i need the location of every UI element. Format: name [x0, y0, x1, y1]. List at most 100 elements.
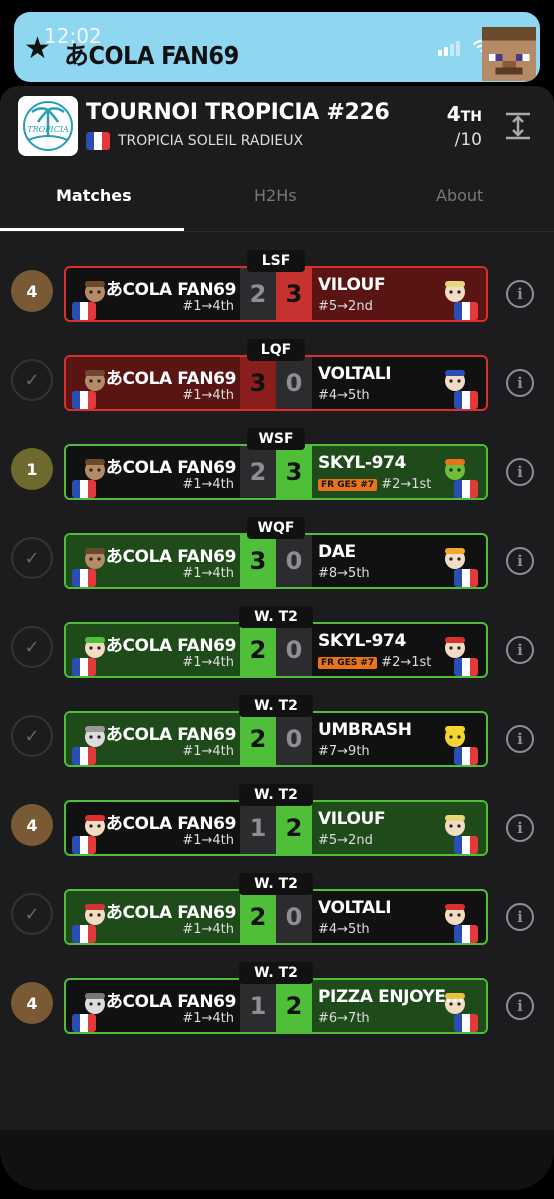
player1-slot: あCOLA FAN69 #1→4th: [66, 268, 240, 320]
player2-name: DAE: [318, 542, 356, 562]
player2-slot: VILOUF #5→2nd: [312, 268, 486, 320]
match-row[interactable]: 4 あCOLA FAN69 #1→4th 1 2 VILOUF #5→2nd W. T2 i: [0, 784, 554, 858]
signal-icon: [438, 40, 462, 56]
round-label: W. T2: [239, 784, 313, 806]
completed-check-icon: ✓: [11, 893, 53, 935]
match-card[interactable]: あCOLA FAN69 #1→4th 3 0 DAE #8→5th: [64, 533, 488, 589]
match-row[interactable]: ✓ あCOLA FAN69 #1→4th 2 0 SKYL-974 FR GES #7 #2→…: [0, 606, 554, 680]
player2-name: VOLTALI: [318, 364, 392, 384]
expand-icon[interactable]: [500, 108, 536, 144]
player2-score: 2: [276, 802, 312, 854]
tab-about[interactable]: About: [436, 186, 483, 205]
match-card[interactable]: あCOLA FAN69 #1→4th 3 0 VOLTALI #4→5th: [64, 355, 488, 411]
placement-badge: 4: [11, 982, 53, 1024]
placement: 4TH /10: [447, 102, 482, 150]
info-icon[interactable]: i: [506, 369, 534, 397]
match-row[interactable]: 4 あCOLA FAN69 #1→4th 1 2 PIZZA ENJOYE... #6→7t…: [0, 962, 554, 1036]
player1-seed: #1→4th: [182, 566, 234, 581]
player2-slot: VOLTALI #4→5th: [312, 357, 486, 409]
match-card[interactable]: あCOLA FAN69 #1→4th 2 3 VILOUF #5→2nd: [64, 266, 488, 322]
player2-name: SKYL-974: [318, 453, 406, 473]
player1-name: あCOLA FAN69: [105, 814, 237, 834]
player2-score: 0: [276, 624, 312, 676]
player2-slot: VILOUF #5→2nd: [312, 802, 486, 854]
player2-slot: PIZZA ENJOYE... #6→7th: [312, 980, 486, 1032]
match-card[interactable]: あCOLA FAN69 #1→4th 2 3 SKYL-974 FR GES #7 #2→1…: [64, 444, 488, 500]
match-card[interactable]: あCOLA FAN69 #1→4th 1 2 PIZZA ENJOYE... #6→7th: [64, 978, 488, 1034]
player1-seed: #1→4th: [182, 299, 234, 314]
player2-name: VILOUF: [318, 809, 386, 829]
player2-score: 3: [276, 446, 312, 498]
match-card[interactable]: あCOLA FAN69 #1→4th 2 0 SKYL-974 FR GES #7 #2→1…: [64, 622, 488, 678]
star-icon: ★: [24, 31, 51, 66]
match-row[interactable]: 4 あCOLA FAN69 #1→4th 2 3 VILOUF #5→2nd LSF i: [0, 250, 554, 324]
player2-seed: #8→5th: [318, 566, 370, 581]
france-flag-icon: [454, 1014, 478, 1032]
player2-name: VOLTALI: [318, 898, 392, 918]
player2-seed-text: #2→1st: [381, 655, 432, 670]
player-banner[interactable]: 12:02 ★ あCOLA FAN69 ›: [14, 12, 540, 82]
tournament-title: TOURNOI TROPICIA #226: [86, 100, 390, 125]
player2-seed-text: #5→2nd: [318, 299, 373, 314]
match-row[interactable]: ✓ あCOLA FAN69 #1→4th 2 0 VOLTALI #4→5th W. T2 i: [0, 873, 554, 947]
player1-seed: #1→4th: [182, 744, 234, 759]
chevron-right-icon: ›: [228, 34, 240, 67]
round-label: W. T2: [239, 962, 313, 984]
match-card[interactable]: あCOLA FAN69 #1→4th 2 0 UMBRASH #7→9th: [64, 711, 488, 767]
player2-slot: SKYL-974 FR GES #7 #2→1st: [312, 446, 486, 498]
match-card[interactable]: あCOLA FAN69 #1→4th 2 0 VOLTALI #4→5th: [64, 889, 488, 945]
round-label: W. T2: [239, 606, 313, 628]
tournament-logo: TROPICIA: [18, 96, 78, 156]
france-flag-icon: [454, 925, 478, 943]
info-icon[interactable]: i: [506, 992, 534, 1020]
tab-h2hs[interactable]: H2Hs: [254, 186, 297, 205]
france-flag-icon: [72, 1014, 96, 1032]
match-row[interactable]: ✓ あCOLA FAN69 #1→4th 3 0 VOLTALI #4→5th LQF i: [0, 339, 554, 413]
player2-seed: FR GES #7 #2→1st: [318, 655, 431, 670]
player1-slot: あCOLA FAN69 #1→4th: [66, 624, 240, 676]
match-row[interactable]: ✓ あCOLA FAN69 #1→4th 3 0 DAE #8→5th WQF i: [0, 517, 554, 591]
player2-seed-text: #8→5th: [318, 566, 370, 581]
player1-seed: #1→4th: [182, 388, 234, 403]
france-flag-icon: [72, 480, 96, 498]
player2-seed-text: #6→7th: [318, 1011, 370, 1026]
round-label: W. T2: [239, 873, 313, 895]
player1-slot: あCOLA FAN69 #1→4th: [66, 535, 240, 587]
france-flag-icon: [72, 925, 96, 943]
placement-badge: 4: [11, 804, 53, 846]
france-flag-icon: [454, 836, 478, 854]
player1-seed: #1→4th: [182, 833, 234, 848]
player1-seed: #1→4th: [182, 477, 234, 492]
player2-tag: FR GES #7: [318, 657, 378, 669]
tab-matches[interactable]: Matches: [56, 186, 132, 205]
bottom-area: [0, 1130, 554, 1190]
info-icon[interactable]: i: [506, 814, 534, 842]
info-icon[interactable]: i: [506, 636, 534, 664]
tournament-subtitle-row: TROPICIA SOLEIL RADIEUX: [86, 132, 303, 150]
match-row[interactable]: ✓ あCOLA FAN69 #1→4th 2 0 UMBRASH #7→9th W. T2 i: [0, 695, 554, 769]
france-flag-icon: [454, 569, 478, 587]
info-icon[interactable]: i: [506, 458, 534, 486]
france-flag-icon: [454, 747, 478, 765]
player2-score: 0: [276, 891, 312, 943]
player1-name: あCOLA FAN69: [105, 280, 237, 300]
player2-slot: DAE #8→5th: [312, 535, 486, 587]
svg-text:TROPICIA: TROPICIA: [27, 125, 69, 134]
player1-score: 1: [240, 802, 276, 854]
match-row[interactable]: 1 あCOLA FAN69 #1→4th 2 3 SKYL-974 FR GES #7 #2→…: [0, 428, 554, 502]
player1-slot: あCOLA FAN69 #1→4th: [66, 713, 240, 765]
france-flag-icon: [72, 836, 96, 854]
info-icon[interactable]: i: [506, 903, 534, 931]
match-card[interactable]: あCOLA FAN69 #1→4th 1 2 VILOUF #5→2nd: [64, 800, 488, 856]
player2-seed: #5→2nd: [318, 299, 373, 314]
france-flag-icon: [454, 302, 478, 320]
info-icon[interactable]: i: [506, 547, 534, 575]
info-icon[interactable]: i: [506, 280, 534, 308]
player2-score: 0: [276, 357, 312, 409]
player1-score: 3: [240, 357, 276, 409]
player2-seed: FR GES #7 #2→1st: [318, 477, 431, 492]
info-icon[interactable]: i: [506, 725, 534, 753]
france-flag-icon: [72, 658, 96, 676]
placement-badge: 1: [11, 448, 53, 490]
france-flag-icon: [454, 391, 478, 409]
